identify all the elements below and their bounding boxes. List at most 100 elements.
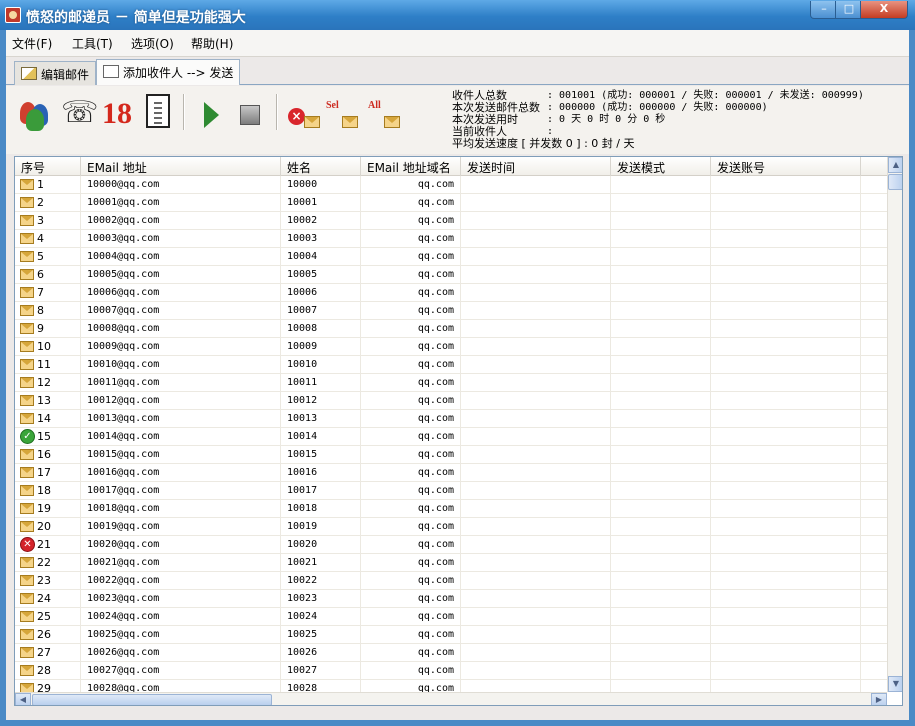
table-row[interactable]: ✕ 21 10020@qq.com 10020 qq.com	[15, 536, 887, 554]
vertical-scroll-thumb[interactable]	[888, 174, 902, 190]
table-row[interactable]: 23 10022@qq.com 10022 qq.com	[15, 572, 887, 590]
envelope-icon	[20, 341, 34, 352]
delete-mail-button[interactable]: ×	[286, 96, 324, 132]
vertical-scrollbar[interactable]: ▲ ▼	[887, 157, 902, 692]
minimize-button[interactable]: –	[810, 1, 838, 19]
cell-send-account	[711, 644, 861, 662]
tab-edit-mail[interactable]: 编辑邮件	[14, 61, 97, 85]
col-send-time[interactable]: 发送时间	[461, 157, 611, 176]
table-row[interactable]: 11 10010@qq.com 10010 qq.com	[15, 356, 887, 374]
scroll-up-button[interactable]: ▲	[888, 157, 902, 173]
send-all-button[interactable]: All	[368, 96, 406, 132]
cell-filler	[861, 374, 887, 392]
cell-domain: qq.com	[361, 374, 461, 392]
cell-filler	[861, 554, 887, 572]
col-index[interactable]: 序号	[15, 157, 81, 176]
menu-tools[interactable]: 工具(T)	[72, 35, 113, 52]
tab-add-recipients-send[interactable]: 添加收件人 --> 发送	[96, 59, 241, 85]
address-card-icon	[103, 65, 119, 78]
cell-filler	[861, 338, 887, 356]
log-button[interactable]	[146, 94, 170, 128]
table-row[interactable]: 13 10012@qq.com 10012 qq.com	[15, 392, 887, 410]
scroll-left-button[interactable]: ◀	[15, 693, 31, 705]
cell-name: 10007	[281, 302, 361, 320]
cell-send-time	[461, 428, 611, 446]
col-send-account[interactable]: 发送账号	[711, 157, 861, 176]
horizontal-scrollbar[interactable]: ◀ ▶	[15, 692, 887, 705]
cell-name: 10016	[281, 464, 361, 482]
cell-send-mode	[611, 482, 711, 500]
close-button[interactable]: X	[860, 1, 908, 19]
cell-filler	[861, 212, 887, 230]
table-row[interactable]: 10 10009@qq.com 10009 qq.com	[15, 338, 887, 356]
add-recipients-button[interactable]	[18, 96, 56, 132]
table-row[interactable]: 7 10006@qq.com 10006 qq.com	[15, 284, 887, 302]
cell-send-mode	[611, 338, 711, 356]
cell-send-account	[711, 608, 861, 626]
cell-email: 10011@qq.com	[81, 374, 281, 392]
cell-send-account	[711, 500, 861, 518]
date-button[interactable]: 18	[102, 96, 140, 132]
table-row[interactable]: 25 10024@qq.com 10024 qq.com	[15, 608, 887, 626]
envelope-icon	[384, 116, 400, 128]
table-row[interactable]: 3 10002@qq.com 10002 qq.com	[15, 212, 887, 230]
table-row[interactable]: 28 10027@qq.com 10027 qq.com	[15, 662, 887, 680]
cell-send-time	[461, 302, 611, 320]
table-row[interactable]: 12 10011@qq.com 10011 qq.com	[15, 374, 887, 392]
table-row[interactable]: 9 10008@qq.com 10008 qq.com	[15, 320, 887, 338]
table-row[interactable]: 6 10005@qq.com 10005 qq.com	[15, 266, 887, 284]
table-row[interactable]: 27 10026@qq.com 10026 qq.com	[15, 644, 887, 662]
menu-help[interactable]: 帮助(H)	[191, 35, 233, 52]
cell-send-account	[711, 428, 861, 446]
menu-options[interactable]: 选项(O)	[131, 35, 174, 52]
cell-email: 10008@qq.com	[81, 320, 281, 338]
cell-send-account	[711, 554, 861, 572]
table-row[interactable]: 2 10001@qq.com 10001 qq.com	[15, 194, 887, 212]
cell-index: 16	[15, 446, 81, 464]
col-domain[interactable]: EMail 地址域名	[361, 157, 461, 176]
horizontal-scroll-thumb[interactable]	[32, 694, 272, 705]
cell-send-mode	[611, 320, 711, 338]
table-row[interactable]: 1 10000@qq.com 10000 qq.com	[15, 176, 887, 194]
envelope-icon	[20, 215, 34, 226]
maximize-button[interactable]: □	[835, 1, 863, 19]
col-email[interactable]: EMail 地址	[81, 157, 281, 176]
table-row[interactable]: 8 10007@qq.com 10007 qq.com	[15, 302, 887, 320]
cell-send-time	[461, 194, 611, 212]
cell-email: 10013@qq.com	[81, 410, 281, 428]
table-row[interactable]: 14 10013@qq.com 10013 qq.com	[15, 410, 887, 428]
table-row[interactable]: 29 10028@qq.com 10028 qq.com	[15, 680, 887, 692]
start-send-button[interactable]	[204, 102, 219, 128]
send-selected-button[interactable]: Sel	[326, 96, 364, 132]
cell-filler	[861, 320, 887, 338]
cell-domain: qq.com	[361, 230, 461, 248]
cell-name: 10017	[281, 482, 361, 500]
cell-filler	[861, 536, 887, 554]
table-row[interactable]: 5 10004@qq.com 10004 qq.com	[15, 248, 887, 266]
table-row[interactable]: 20 10019@qq.com 10019 qq.com	[15, 518, 887, 536]
table-row[interactable]: 17 10016@qq.com 10016 qq.com	[15, 464, 887, 482]
stop-send-button[interactable]	[240, 105, 260, 125]
table-row[interactable]: 22 10021@qq.com 10021 qq.com	[15, 554, 887, 572]
envelope-icon	[20, 395, 34, 406]
cell-send-account	[711, 248, 861, 266]
cell-index: 11	[15, 356, 81, 374]
table-row[interactable]: 24 10023@qq.com 10023 qq.com	[15, 590, 887, 608]
app-icon	[5, 7, 21, 23]
table-row[interactable]: 4 10003@qq.com 10003 qq.com	[15, 230, 887, 248]
col-send-mode[interactable]: 发送模式	[611, 157, 711, 176]
table-row[interactable]: 18 10017@qq.com 10017 qq.com	[15, 482, 887, 500]
cell-email: 10000@qq.com	[81, 176, 281, 194]
table-row[interactable]: 19 10018@qq.com 10018 qq.com	[15, 500, 887, 518]
table-row[interactable]: 16 10015@qq.com 10015 qq.com	[15, 446, 887, 464]
cell-send-mode	[611, 662, 711, 680]
cell-send-time	[461, 590, 611, 608]
import-button[interactable]: ☏	[61, 96, 99, 132]
envelope-icon	[20, 683, 34, 692]
cell-name: 10026	[281, 644, 361, 662]
table-row[interactable]: 26 10025@qq.com 10025 qq.com	[15, 626, 887, 644]
cell-name: 10028	[281, 680, 361, 692]
table-row[interactable]: ✓ 15 10014@qq.com 10014 qq.com	[15, 428, 887, 446]
menu-file[interactable]: 文件(F)	[12, 35, 52, 52]
col-name[interactable]: 姓名	[281, 157, 361, 176]
